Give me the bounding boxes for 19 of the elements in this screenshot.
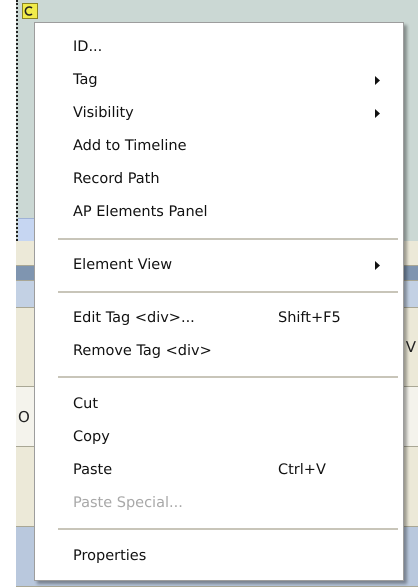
menu-item[interactable]: Copy	[38, 420, 400, 454]
menu-item[interactable]: Properties	[38, 539, 400, 572]
menu-item[interactable]: Tag	[38, 64, 400, 97]
panel-label: O	[18, 408, 30, 426]
menu-item[interactable]: ID...	[38, 31, 400, 64]
menu-item[interactable]: Paste Ctrl+V	[38, 453, 400, 486]
submenu-arrow-icon	[375, 108, 380, 118]
submenu-arrow-icon	[375, 76, 380, 85]
menu-item[interactable]: Visibility	[38, 96, 400, 130]
tag-icon	[22, 3, 38, 20]
menu-item[interactable]: Edit Tag <div>... Shift+F5	[38, 302, 400, 334]
menu-item[interactable]: Cut	[38, 387, 400, 420]
menu-item[interactable]: Element View	[38, 248, 400, 282]
menu-item[interactable]: Record Path	[38, 162, 400, 196]
menu-item[interactable]: AP Elements Panel	[38, 196, 400, 229]
menu-item[interactable]: Add to Timeline	[38, 130, 400, 163]
panel-label: V	[406, 338, 416, 356]
menu-item[interactable]: Remove Tag <div>	[38, 334, 400, 368]
submenu-arrow-icon	[375, 260, 380, 270]
